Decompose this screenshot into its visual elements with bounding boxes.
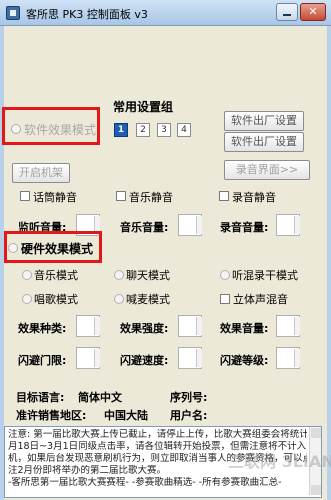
open-rack-button[interactable]: 开启机架 xyxy=(12,163,70,183)
flash-level-spinner[interactable] xyxy=(276,347,300,369)
effect-strength-label: 效果强度: xyxy=(120,322,169,335)
music-mute-checkbox[interactable] xyxy=(116,191,126,201)
effect-strength-spinner[interactable] xyxy=(178,315,202,337)
sales-region-value: 中国大陆 xyxy=(104,409,148,422)
record-ui-button[interactable]: 录音界面>> xyxy=(224,160,310,180)
sing-mode-label: 唱歌模式 xyxy=(34,293,78,306)
listen-record-mode-radio[interactable] xyxy=(220,270,230,280)
software-mode-radio[interactable] xyxy=(11,124,21,134)
target-language-value: 简体中文 xyxy=(78,391,122,404)
user-name-label: 用户名: xyxy=(170,409,208,422)
sales-region-label: 准许销售地区: xyxy=(16,409,87,422)
music-mode-radio[interactable] xyxy=(22,270,32,280)
music-mute-label: 音乐静音 xyxy=(129,191,173,204)
close-button[interactable]: ✕ xyxy=(300,3,326,21)
preset-button-4[interactable]: 4 xyxy=(177,123,191,137)
scroll-down-arrow-icon[interactable] xyxy=(311,485,321,495)
minimize-button[interactable] xyxy=(276,3,298,21)
scroll-up-arrow-icon[interactable] xyxy=(311,428,321,438)
record-volume-label: 录音音量: xyxy=(220,221,269,234)
chat-mode-label: 聊天模式 xyxy=(126,269,170,282)
flash-limit-label: 闪避门限: xyxy=(18,354,67,367)
serial-number-label: 序列号: xyxy=(170,391,208,404)
effect-volume-spinner[interactable] xyxy=(276,315,300,337)
preset-button-3[interactable]: 3 xyxy=(157,123,171,137)
record-mute-checkbox[interactable] xyxy=(219,191,229,201)
preset-button-1[interactable]: 1 xyxy=(114,123,128,137)
preset-button-2[interactable]: 2 xyxy=(136,123,150,137)
target-language-label: 目标语言: xyxy=(16,391,65,404)
mic-mute-checkbox[interactable] xyxy=(20,191,30,201)
record-mute-label: 录音静音 xyxy=(232,191,276,204)
window-title: 客所思 PK3 控制面板 v3 xyxy=(26,8,148,21)
title-bar[interactable]: 客所思 PK3 控制面板 v3 ✕ xyxy=(0,0,331,26)
stereo-mix-checkbox[interactable] xyxy=(220,294,230,304)
chat-mode-radio[interactable] xyxy=(114,270,124,280)
shout-mode-radio[interactable] xyxy=(114,294,124,304)
flash-speed-spinner[interactable] xyxy=(178,347,202,369)
effect-type-label: 效果种类: xyxy=(18,322,67,335)
listen-record-mode-label: 听混录干模式 xyxy=(232,269,298,282)
software-factory-button[interactable]: 软件出厂设置 xyxy=(224,111,304,131)
effect-volume-label: 效果音量: xyxy=(220,322,269,335)
flash-speed-label: 闪避速度: xyxy=(120,354,169,367)
mic-mute-label: 话筒静音 xyxy=(33,191,77,204)
flash-limit-spinner[interactable] xyxy=(76,347,100,369)
hardware-mode-radio[interactable] xyxy=(8,243,18,253)
sing-mode-radio[interactable] xyxy=(22,294,32,304)
hardware-mode-label: 硬件效果模式 xyxy=(21,242,94,256)
music-volume-label: 音乐音量: xyxy=(120,221,169,234)
notice-line: 注意: 第一届比歌大赛上传已截止，请停止上传，比歌大赛组委会将统计1 xyxy=(8,429,307,440)
software-mode-label: 软件效果模式 xyxy=(24,123,97,137)
app-icon xyxy=(6,6,20,20)
music-mode-label: 音乐模式 xyxy=(34,269,78,282)
preset-group-title: 常用设置组 xyxy=(113,100,174,114)
record-volume-spinner[interactable] xyxy=(276,214,300,236)
music-volume-spinner[interactable] xyxy=(178,214,202,236)
shout-mode-label: 喊麦模式 xyxy=(126,293,170,306)
software-factory-button-2[interactable]: 软件出厂设置 xyxy=(224,132,304,152)
flash-level-label: 闪避等级: xyxy=(220,354,269,367)
notice-links[interactable]: -客所思第一届比歌大赛赛程- -参赛歌曲精选- -所有参赛歌曲汇总- xyxy=(8,477,307,489)
stereo-mix-label: 立体声混音 xyxy=(233,293,288,306)
watermark: 三联网 3LIAN.COM xyxy=(228,452,331,471)
effect-type-spinner[interactable] xyxy=(76,315,100,337)
